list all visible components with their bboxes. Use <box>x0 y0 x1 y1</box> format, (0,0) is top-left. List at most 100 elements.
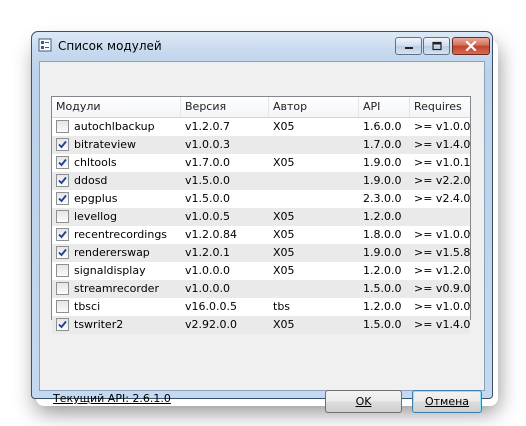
column-header-version[interactable]: Версия <box>181 97 269 117</box>
module-checkbox[interactable] <box>56 210 69 223</box>
module-version: v16.0.0.5 <box>185 300 237 313</box>
module-checkbox[interactable] <box>56 156 69 169</box>
close-button[interactable] <box>452 37 490 55</box>
module-checkbox[interactable] <box>56 300 69 313</box>
module-name: signaldisplay <box>74 264 146 277</box>
cancel-button-label: Отмена <box>424 395 470 408</box>
table-row[interactable]: bitrateview v1.0.0.3 1.7.0.0 >= v1.4.0.0 <box>52 136 470 154</box>
module-author <box>273 280 357 298</box>
table-row[interactable]: levellog v1.0.0.5 X05 1.2.0.0 <box>52 208 470 226</box>
module-api: 1.2.0.0 <box>363 300 402 313</box>
module-requires: >= v1.5.8.0 <box>414 246 470 259</box>
module-version: v1.0.0.3 <box>185 138 230 151</box>
module-name: levellog <box>74 210 117 223</box>
module-name: ddosd <box>74 174 108 187</box>
module-name: tbsci <box>74 300 101 313</box>
table-row[interactable]: chltools v1.7.0.0 X05 1.9.0.0 >= v1.0.1.... <box>52 154 470 172</box>
module-author: X05 <box>273 264 295 277</box>
module-checkbox[interactable] <box>56 174 69 187</box>
module-list-dialog: Список модулей Модули Версия Автор API R… <box>31 31 493 413</box>
table-row[interactable]: autochlbackup v1.2.0.7 X05 1.6.0.0 >= v1.0.0… <box>52 118 470 136</box>
maximize-icon <box>431 41 442 51</box>
table-row[interactable]: tswriter2 v2.92.0.0 X05 1.5.0.0 >= v1.4.0.0 <box>52 316 470 334</box>
module-version: v2.92.0.0 <box>185 318 237 331</box>
ok-button[interactable]: OK <box>325 390 402 413</box>
module-api: 1.7.0.0 <box>363 138 402 151</box>
module-list[interactable]: Модули Версия Автор API Requires autochl… <box>51 96 471 334</box>
table-row[interactable]: recentrecordings v1.2.0.84 X05 1.8.0.0 >= v1… <box>52 226 470 244</box>
module-checkbox[interactable] <box>56 318 69 331</box>
module-version: v1.2.0.1 <box>185 246 230 259</box>
module-checkbox[interactable] <box>56 228 69 241</box>
module-checkbox[interactable] <box>56 264 69 277</box>
module-version: v1.2.0.84 <box>185 228 237 241</box>
module-author: tbs <box>273 300 291 313</box>
module-requires: >= v2.2.0.1 <box>414 174 470 187</box>
module-author: X05 <box>273 228 295 241</box>
module-name: recentrecordings <box>74 228 168 241</box>
module-name: tswriter2 <box>74 318 124 331</box>
module-author: X05 <box>273 318 295 331</box>
module-checkbox[interactable] <box>56 120 69 133</box>
checkmark-icon <box>58 230 67 239</box>
module-author: X05 <box>273 246 295 259</box>
column-header-api[interactable]: API <box>359 97 410 117</box>
current-api-label: Текущий API: 2.6.1.0 <box>53 392 171 405</box>
module-author: X05 <box>273 210 295 223</box>
module-api: 1.9.0.0 <box>363 156 402 169</box>
module-name: chltools <box>74 156 117 169</box>
table-row[interactable]: streamrecorder v1.0.0.0 1.5.0.0 >= v0.9.0.9 <box>52 280 470 298</box>
window-title: Список модулей <box>58 39 162 53</box>
module-requires: >= v1.0.0.0 <box>414 120 470 133</box>
module-author <box>273 136 357 154</box>
module-version: v1.5.0.0 <box>185 192 230 205</box>
module-version: v1.0.0.0 <box>185 264 230 277</box>
checkmark-icon <box>58 248 67 257</box>
checkmark-icon <box>58 158 67 167</box>
cancel-button[interactable]: Отмена <box>412 390 482 413</box>
module-checkbox[interactable] <box>56 246 69 259</box>
module-author: X05 <box>273 156 295 169</box>
module-api: 1.9.0.0 <box>363 246 402 259</box>
module-version: v1.5.0.0 <box>185 174 230 187</box>
table-row[interactable]: epgplus v1.5.0.0 2.3.0.0 >= v2.4.0.0 <box>52 190 470 208</box>
module-api: 1.2.0.0 <box>363 210 402 223</box>
table-row[interactable]: signaldisplay v1.0.0.0 X05 1.2.0.0 >= v1.2.0… <box>52 262 470 280</box>
module-requires: >= v0.9.0.9 <box>414 282 470 295</box>
module-version: v1.0.0.0 <box>185 282 230 295</box>
module-api: 2.3.0.0 <box>363 192 402 205</box>
module-version: v1.0.0.5 <box>185 210 230 223</box>
checkmark-icon <box>58 140 67 149</box>
module-author <box>273 190 357 208</box>
module-api: 1.5.0.0 <box>363 282 402 295</box>
minimize-icon <box>404 47 413 49</box>
module-api: 1.8.0.0 <box>363 228 402 241</box>
column-header-requires[interactable]: Requires <box>410 97 470 117</box>
module-name: autochlbackup <box>74 120 155 133</box>
column-header-modules[interactable]: Модули <box>52 97 181 117</box>
table-row[interactable]: ddosd v1.5.0.0 1.9.0.0 >= v2.2.0.1 <box>52 172 470 190</box>
module-checkbox[interactable] <box>56 192 69 205</box>
module-requires: >= v1.0.1.... <box>414 156 470 169</box>
module-name: rendererswap <box>74 246 150 259</box>
checkmark-icon <box>58 176 67 185</box>
column-header-author[interactable]: Автор <box>269 97 359 117</box>
module-requires: >= v1.2.0.0 <box>414 264 470 277</box>
table-row[interactable]: rendererswap v1.2.0.1 X05 1.9.0.0 >= v1.5.8.… <box>52 244 470 262</box>
maximize-button[interactable] <box>423 37 450 55</box>
module-requires: >= v2.4.0.0 <box>414 192 470 205</box>
module-api: 1.9.0.0 <box>363 174 402 187</box>
minimize-button[interactable] <box>395 37 422 55</box>
module-author <box>273 172 357 190</box>
module-checkbox[interactable] <box>56 138 69 151</box>
checkmark-icon <box>58 194 67 203</box>
table-row[interactable]: tbsci v16.0.0.5 tbs 1.2.0.0 >= v1.0.0.0 <box>52 298 470 316</box>
module-requires: >= v1.0.0.0 <box>414 228 470 241</box>
list-header: Модули Версия Автор API Requires <box>52 97 470 118</box>
module-requires: >= v1.4.0.0 <box>414 138 470 151</box>
module-checkbox[interactable] <box>56 282 69 295</box>
module-requires: >= v1.4.0.0 <box>414 318 470 331</box>
module-version: v1.7.0.0 <box>185 156 230 169</box>
checkmark-icon <box>58 320 67 329</box>
module-name: streamrecorder <box>74 282 159 295</box>
